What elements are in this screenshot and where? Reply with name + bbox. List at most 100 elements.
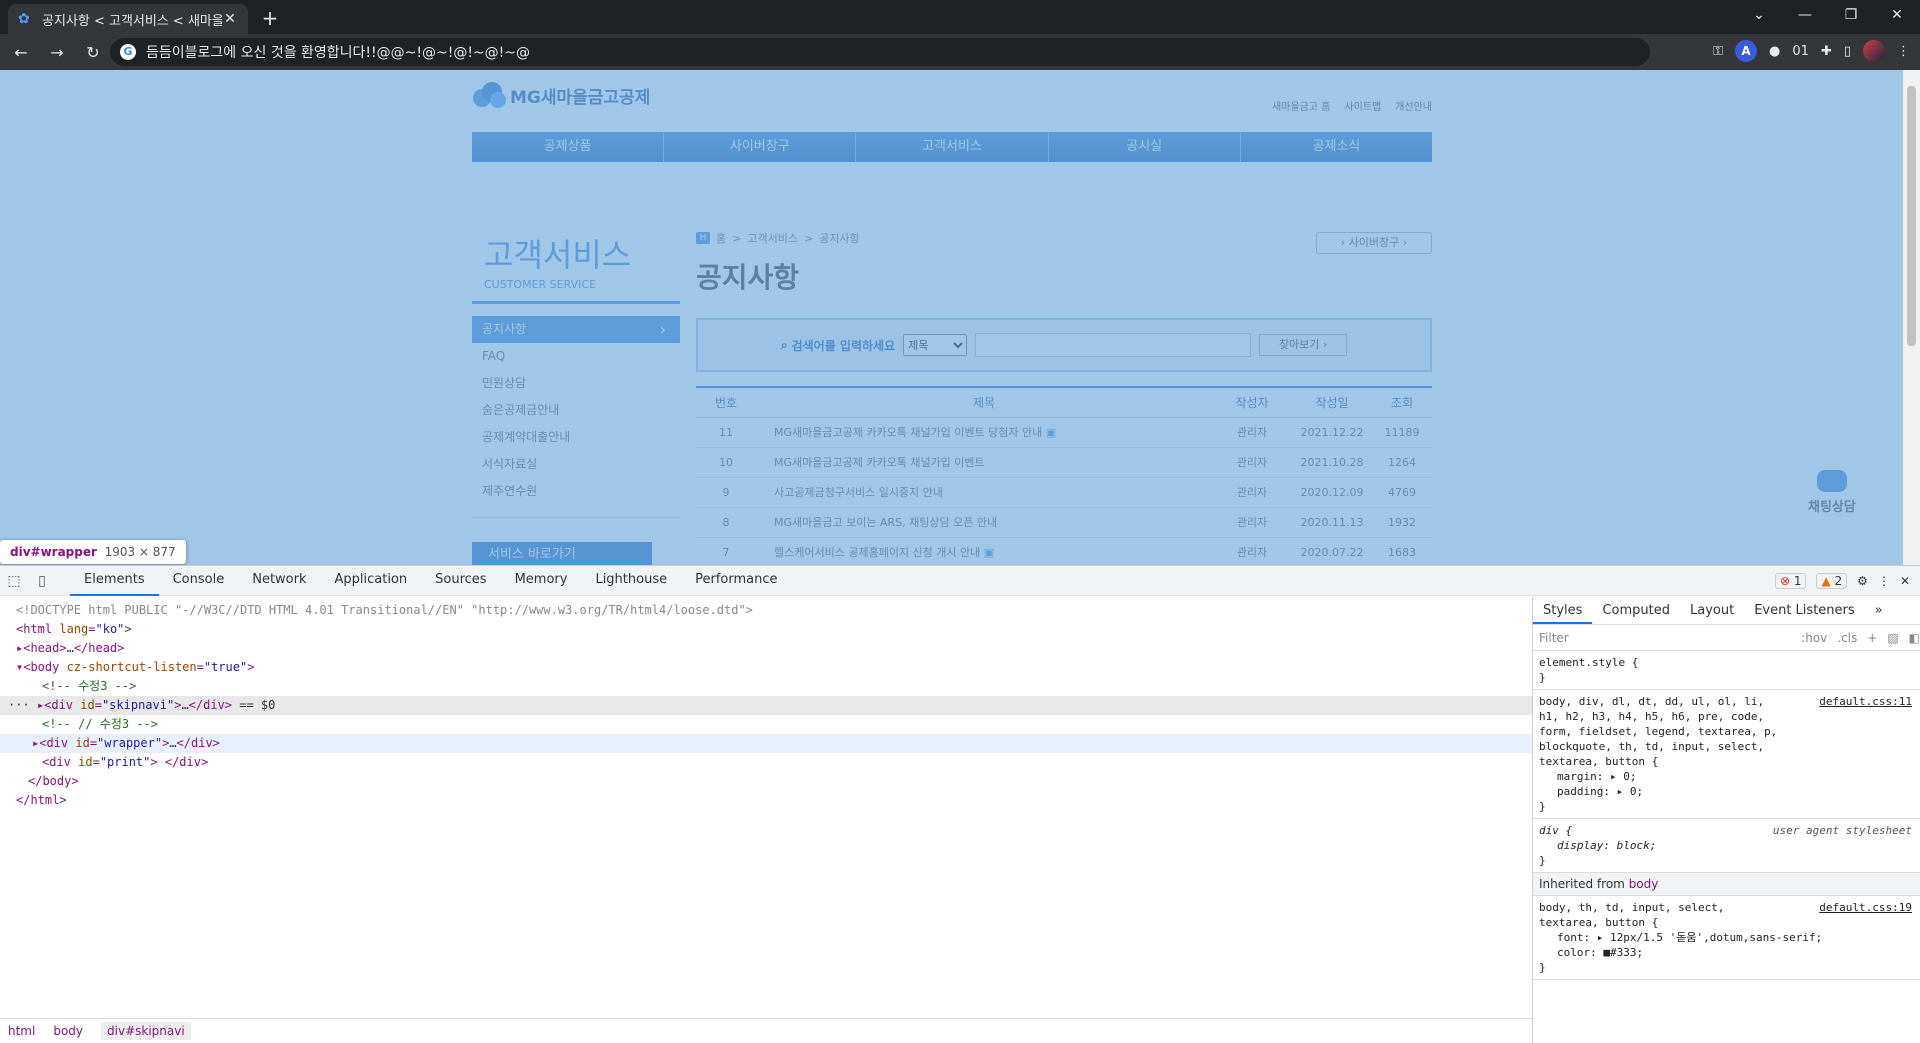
skipnavi-node[interactable]: ··· ▸<div id="skipnavi">…</div> == $0 — [0, 696, 1532, 715]
print-node[interactable]: <div id="print"> </div> — [0, 753, 1532, 772]
cell-title[interactable]: 사고공제금청구서비스 일시중지 안내 — [756, 477, 1212, 508]
back-icon[interactable]: ← — [6, 43, 36, 62]
error-badge[interactable]: ⊗ 1 — [1774, 572, 1807, 589]
filter-input[interactable]: Filter — [1539, 631, 1791, 645]
lnb-item-jeju[interactable]: 제주연수원 — [472, 478, 680, 505]
breadcrumb-home[interactable]: 홈 — [716, 230, 726, 246]
tab-event-listeners[interactable]: Event Listeners — [1744, 597, 1864, 624]
chat-consult-button[interactable]: 채팅상담 — [1808, 470, 1856, 515]
rule-property[interactable]: color: ■#333; — [1539, 945, 1914, 960]
doctype-node[interactable]: <!DOCTYPE html PUBLIC "-//W3C//DTD HTML … — [0, 601, 1532, 620]
tab-network[interactable]: Network — [238, 566, 320, 596]
sidepanel-icon[interactable]: ▯ — [1844, 44, 1851, 59]
cell-title[interactable]: MG새마을금고공제 카카오톡 채널가입 이벤트 당첨자 안내 ▣ — [756, 417, 1212, 448]
gnb-news[interactable]: 공제소식 — [1241, 132, 1432, 162]
lnb-item-loan[interactable]: 공제계약대출안내 — [472, 424, 680, 451]
browser-tab[interactable]: ✿ 공지사항 < 고객서비스 < 새마을 ✕ — [8, 4, 248, 34]
tab-console[interactable]: Console — [159, 566, 239, 596]
warning-badge[interactable]: ▲ 2 — [1816, 572, 1848, 589]
crumb-body[interactable]: body — [53, 1024, 83, 1038]
settings-gear-icon[interactable]: ⚙ — [1857, 574, 1868, 588]
wrapper-node[interactable]: ▸<div id="wrapper">…</div> — [0, 734, 1532, 753]
home-icon[interactable]: H — [696, 232, 710, 244]
close-window-button[interactable]: ✕ — [1874, 0, 1920, 34]
breadcrumb-service[interactable]: 고객서비스 — [747, 230, 798, 246]
hov-toggle[interactable]: :hov — [1801, 631, 1827, 645]
tab-search-icon[interactable]: ⌄ — [1736, 0, 1782, 34]
tab-lighthouse[interactable]: Lighthouse — [581, 566, 681, 596]
tab-memory[interactable]: Memory — [501, 566, 582, 596]
device-toolbar-icon[interactable]: ▯ — [28, 573, 56, 589]
add-rule-icon[interactable]: + — [1867, 631, 1877, 645]
css-rule-reset[interactable]: default.css:11 body, div, dl, dt, dd, ul… — [1533, 690, 1920, 819]
table-row[interactable]: 9 사고공제금청구서비스 일시중지 안내 관리자 2020.12.09 4769 — [696, 477, 1432, 508]
avatar[interactable] — [1863, 40, 1885, 62]
minimize-button[interactable]: — — [1782, 0, 1828, 34]
reload-icon[interactable]: ↻ — [78, 43, 108, 62]
rule-source-link[interactable]: default.css:11 — [1819, 694, 1912, 709]
quick-service-select[interactable]: 서비스 바로가기 — [472, 542, 652, 565]
search-type-select[interactable]: 제목 — [903, 334, 968, 356]
tab-application[interactable]: Application — [321, 566, 422, 596]
lnb-item-complaint[interactable]: 민원상담 — [472, 370, 680, 397]
cell-title[interactable]: MG새마을금고 보이는 ARS, 채팅상담 오픈 안내 — [756, 507, 1212, 538]
body-node[interactable]: ▾<body cz-shortcut-listen="true"> — [0, 658, 1532, 677]
util-home-link[interactable]: 새마을금고 홈 — [1272, 98, 1330, 113]
crumb-skipnavi[interactable]: div#skipnavi — [101, 1021, 191, 1040]
html-node[interactable]: <html lang="ko"> — [0, 620, 1532, 639]
head-node[interactable]: ▸<head>…</head> — [0, 639, 1532, 658]
tab-sources[interactable]: Sources — [421, 566, 500, 596]
tab-elements[interactable]: Elements — [70, 566, 159, 596]
gnb-disclosure[interactable]: 공시실 — [1049, 132, 1241, 162]
table-row[interactable]: 8 MG새마을금고 보이는 ARS, 채팅상담 오픈 안내 관리자 2020.11.1… — [696, 507, 1432, 538]
comment-node[interactable]: <!-- // 수정3 --> — [0, 715, 1532, 734]
tab-styles[interactable]: Styles — [1533, 597, 1593, 624]
cell-title[interactable]: 헬스케어서비스 공제홈페이지 신청 개시 안내 ▣ — [756, 537, 1212, 565]
tab-computed[interactable]: Computed — [1592, 597, 1680, 624]
lnb-item-notice[interactable]: 공지사항 — [472, 316, 680, 343]
scrollbar-thumb[interactable] — [1907, 86, 1916, 346]
tab-performance[interactable]: Performance — [681, 566, 791, 596]
more-tabs-icon[interactable]: » — [1865, 597, 1893, 624]
cyber-window-button[interactable]: › 사이버창구 › — [1316, 232, 1432, 254]
sidebar-toggle-icon[interactable]: ◧ — [1909, 631, 1920, 645]
restore-button[interactable]: ❐ — [1828, 0, 1874, 34]
site-logo[interactable]: MG새마을금고공제 — [472, 80, 650, 110]
table-row[interactable]: 10 MG새마을금고공제 카카오톡 채널가입 이벤트 관리자 2021.10.28 12… — [696, 447, 1432, 478]
lnb-item-faq[interactable]: FAQ — [472, 343, 680, 370]
menu-icon[interactable]: ⋮ — [1897, 44, 1910, 59]
rule-property[interactable]: display: block; — [1539, 838, 1914, 853]
cls-toggle[interactable]: .cls — [1837, 631, 1857, 645]
extension-count[interactable]: 01 — [1792, 44, 1809, 59]
tab-layout[interactable]: Layout — [1680, 597, 1744, 624]
forward-icon[interactable]: → — [42, 43, 72, 62]
address-bar[interactable]: G 듬듬이블로그에 오신 것을 환영합니다!!@@~!@~!@!~@!~@ — [110, 38, 1650, 66]
cell-title[interactable]: MG새마을금고공제 카카오톡 채널가입 이벤트 — [756, 447, 1212, 478]
comment-node[interactable]: <!-- 수정3 --> — [0, 677, 1532, 696]
rule-source-link[interactable]: default.css:19 — [1819, 900, 1912, 915]
css-rule-ua[interactable]: user agent stylesheet div { display: blo… — [1533, 819, 1920, 873]
lnb-item-forms[interactable]: 서식자료실 — [472, 451, 680, 478]
table-row[interactable]: 7 헬스케어서비스 공제홈페이지 신청 개시 안내 ▣ 관리자 2020.07.22 1… — [696, 537, 1432, 565]
util-improve-link[interactable]: 개선안내 — [1395, 98, 1432, 113]
close-devtools-icon[interactable]: ✕ — [1900, 574, 1910, 588]
rule-property[interactable]: padding: ▸ 0; — [1539, 784, 1914, 799]
paint-icon[interactable]: ▨ — [1887, 631, 1898, 645]
translate-extension-icon[interactable]: A — [1735, 40, 1758, 62]
page-scrollbar[interactable] — [1903, 70, 1920, 565]
extension-icon[interactable]: ● — [1769, 44, 1780, 59]
more-options-icon[interactable]: ⋮ — [1878, 574, 1890, 588]
crumb-html[interactable]: html — [8, 1024, 35, 1038]
util-sitemap-link[interactable]: 사이트맵 — [1344, 98, 1381, 113]
inherited-element[interactable]: body — [1629, 877, 1659, 891]
rule-property[interactable]: margin: ▸ 0; — [1539, 769, 1914, 784]
inspect-element-icon[interactable]: ⬚ — [0, 573, 28, 589]
close-tab-icon[interactable]: ✕ — [222, 11, 238, 27]
gnb-products[interactable]: 공제상품 — [472, 132, 665, 162]
table-row[interactable]: 11 MG새마을금고공제 카카오톡 채널가입 이벤트 당첨자 안내 ▣ 관리자 202… — [696, 417, 1432, 448]
puzzle-icon[interactable]: ✚ — [1821, 44, 1832, 59]
search-button[interactable]: 찾아보기 › — [1259, 334, 1348, 356]
gnb-service[interactable]: 고객서비스 — [856, 132, 1049, 162]
gnb-cyber[interactable]: 사이버창구 — [664, 132, 857, 162]
key-icon[interactable]: ⚿ — [1713, 44, 1723, 59]
